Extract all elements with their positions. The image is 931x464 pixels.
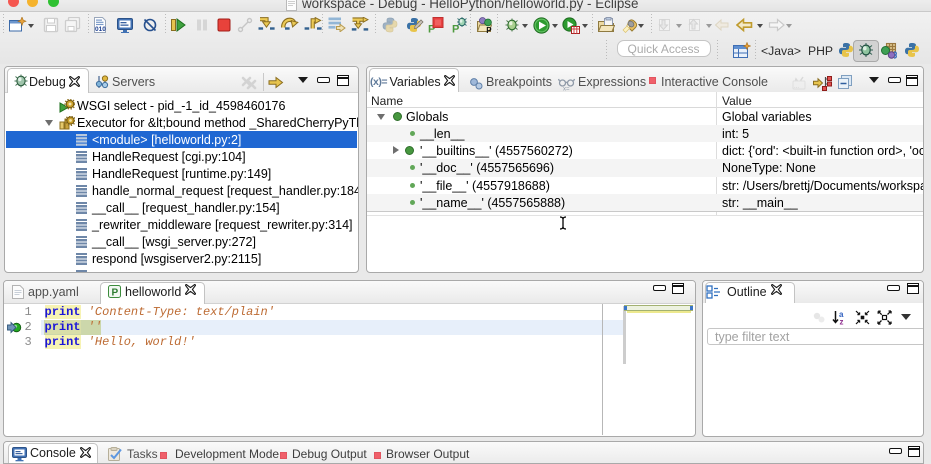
svg-text:010: 010 [95, 26, 106, 33]
svg-text:P: P [112, 288, 119, 299]
svg-text:z: z [840, 318, 844, 326]
svg-text:...: ... [794, 84, 799, 90]
svg-text:P: P [486, 26, 492, 33]
svg-text:x=: x= [563, 87, 570, 92]
